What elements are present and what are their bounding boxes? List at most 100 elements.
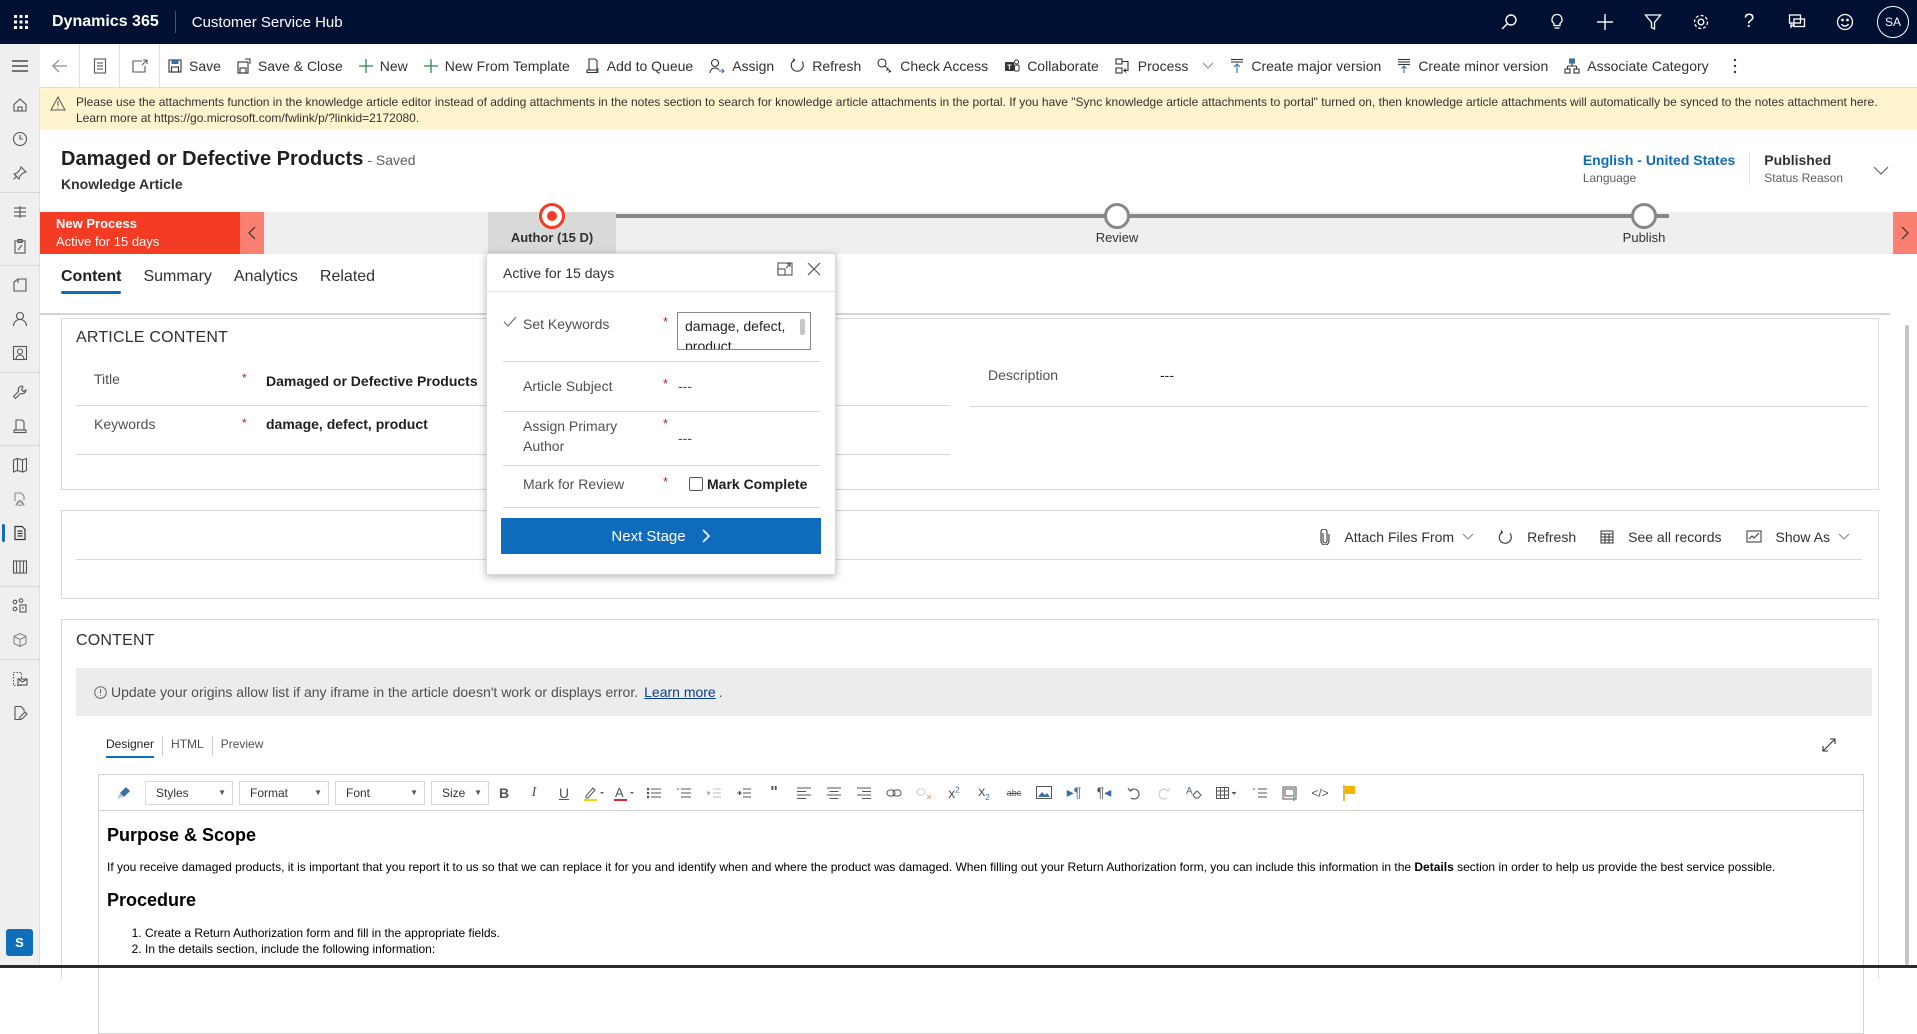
rail-item-queues[interactable]	[0, 409, 40, 443]
header-field-language[interactable]: English - United States Language	[1569, 152, 1749, 185]
header-expand-button[interactable]	[1857, 152, 1889, 185]
font-dropdown[interactable]: Font ▼	[335, 780, 425, 805]
bulleted-list-button[interactable]	[639, 780, 669, 806]
tab-html[interactable]: HTML	[163, 736, 213, 756]
checkbox-box[interactable]	[689, 477, 703, 491]
user-avatar[interactable]: SA	[1877, 6, 1909, 38]
new-button[interactable]: New	[351, 44, 416, 88]
blockquote-button[interactable]: "	[759, 780, 789, 806]
undo-button[interactable]	[1119, 780, 1149, 806]
source-code-button[interactable]: </>	[1305, 780, 1335, 806]
subscript-button[interactable]: x2	[969, 780, 999, 806]
primary-author-input[interactable]: ---	[678, 430, 692, 446]
save-and-close-button[interactable]: Save & Close	[229, 44, 351, 88]
page-scrollbar[interactable]	[1905, 325, 1909, 965]
expand-editor-button[interactable]	[1822, 738, 1836, 752]
attach-files-from-button[interactable]: Attach Files From	[1320, 529, 1474, 545]
redo-button[interactable]	[1149, 780, 1179, 806]
check-access-button[interactable]: Check Access	[869, 44, 996, 88]
add-to-queue-button[interactable]: Add to Queue	[578, 44, 701, 88]
increase-indent-button[interactable]	[729, 780, 759, 806]
align-left-button[interactable]	[789, 780, 819, 806]
description-input[interactable]: ---	[1160, 367, 1174, 383]
process-next-button[interactable]	[1893, 212, 1917, 254]
bold-button[interactable]: B	[489, 780, 519, 806]
assign-button[interactable]: Assign	[701, 44, 782, 88]
app-name[interactable]: Customer Service Hub	[192, 14, 343, 31]
create-minor-version-button[interactable]: Create minor version	[1389, 44, 1556, 88]
feedback-smiley-button[interactable]	[1821, 0, 1869, 44]
numbered-list-button[interactable]	[669, 780, 699, 806]
rail-item-knowledge-search[interactable]	[0, 448, 40, 482]
rail-item-notes[interactable]	[0, 696, 40, 730]
rail-item-knowledge-articles[interactable]	[0, 516, 40, 550]
tab-summary[interactable]: Summary	[143, 268, 211, 294]
settings-button[interactable]	[1677, 0, 1725, 44]
insert-image-button[interactable]	[1029, 780, 1059, 806]
mark-complete-checkbox[interactable]: Mark Complete	[689, 476, 807, 492]
rail-item-activities[interactable]	[0, 229, 40, 263]
decrease-indent-button[interactable]	[699, 780, 729, 806]
dock-flyout-button[interactable]	[777, 262, 793, 276]
process-name-panel[interactable]: New Process Active for 15 days	[40, 212, 240, 254]
underline-button[interactable]: U	[549, 780, 579, 806]
learn-more-link[interactable]: Learn more	[644, 684, 716, 700]
rail-item-knowledge-base[interactable]	[0, 482, 40, 516]
styles-dropdown[interactable]: Styles ▼	[145, 780, 233, 805]
associate-category-button[interactable]: Associate Category	[1556, 44, 1716, 88]
article-subject-input[interactable]: ---	[678, 378, 692, 394]
flag-button[interactable]	[1335, 780, 1365, 806]
app-launcher-button[interactable]	[0, 0, 42, 44]
stage-author[interactable]: Author (15 D)	[488, 203, 616, 254]
rtl-button[interactable]: ¶◂	[1089, 780, 1119, 806]
search-button[interactable]	[1485, 0, 1533, 44]
new-from-template-button[interactable]: New From Template	[416, 44, 578, 88]
rail-item-products[interactable]	[0, 623, 40, 657]
next-stage-button[interactable]: Next Stage	[501, 518, 821, 554]
tab-designer[interactable]: Designer	[106, 736, 164, 758]
stage-publish[interactable]: Publish	[1580, 203, 1708, 254]
collaborate-button[interactable]: T Collaborate	[996, 44, 1107, 88]
open-new-window-button[interactable]	[120, 43, 160, 88]
create-major-version-button[interactable]: Create major version	[1222, 44, 1389, 88]
tab-analytics[interactable]: Analytics	[234, 268, 298, 294]
superscript-button[interactable]: x2	[939, 780, 969, 806]
remove-link-button[interactable]	[909, 780, 939, 806]
refresh-button[interactable]: Refresh	[782, 44, 869, 88]
rail-item-home[interactable]	[0, 88, 40, 122]
italic-button[interactable]: I	[519, 780, 549, 806]
form-selector-button[interactable]	[80, 43, 120, 88]
set-keywords-input[interactable]: damage, defect, product	[677, 312, 811, 350]
rail-item-recent[interactable]	[0, 122, 40, 156]
new-record-button[interactable]	[1581, 0, 1629, 44]
insert-table-button[interactable]	[1209, 780, 1245, 806]
area-switcher-badge[interactable]: S	[6, 929, 33, 956]
subgrid-refresh-button[interactable]: Refresh	[1498, 529, 1576, 545]
rail-item-social-profiles[interactable]	[0, 336, 40, 370]
rail-item-cases[interactable]	[0, 375, 40, 409]
rail-item-pinned[interactable]	[0, 156, 40, 190]
show-as-button[interactable]: Show As	[1746, 529, 1850, 545]
insert-media-button[interactable]	[1275, 780, 1305, 806]
back-button[interactable]	[40, 43, 80, 88]
help-button[interactable]: ?	[1725, 0, 1773, 44]
feedback-chat-button[interactable]	[1773, 0, 1821, 44]
tab-related[interactable]: Related	[320, 268, 375, 294]
list-style-button[interactable]	[1245, 780, 1275, 806]
remove-format-button[interactable]: A	[1179, 780, 1209, 806]
ltr-button[interactable]: ▸¶	[1059, 780, 1089, 806]
highlight-color-button[interactable]	[579, 780, 609, 806]
rail-item-incident-topics[interactable]	[0, 589, 40, 623]
format-dropdown[interactable]: Format ▼	[239, 780, 329, 805]
rail-item-email-templates[interactable]	[0, 662, 40, 696]
title-input[interactable]: Damaged or Defective Products	[266, 373, 478, 389]
advanced-find-button[interactable]	[1629, 0, 1677, 44]
save-button[interactable]: Save	[160, 44, 229, 88]
process-collapse-button[interactable]	[240, 212, 264, 254]
tab-content[interactable]: Content	[61, 268, 122, 294]
brand-name[interactable]: Dynamics 365	[52, 11, 176, 33]
align-right-button[interactable]	[849, 780, 879, 806]
hamburger-menu-button[interactable]	[0, 43, 40, 88]
align-center-button[interactable]	[819, 780, 849, 806]
strikethrough-button[interactable]: abc	[999, 780, 1029, 806]
